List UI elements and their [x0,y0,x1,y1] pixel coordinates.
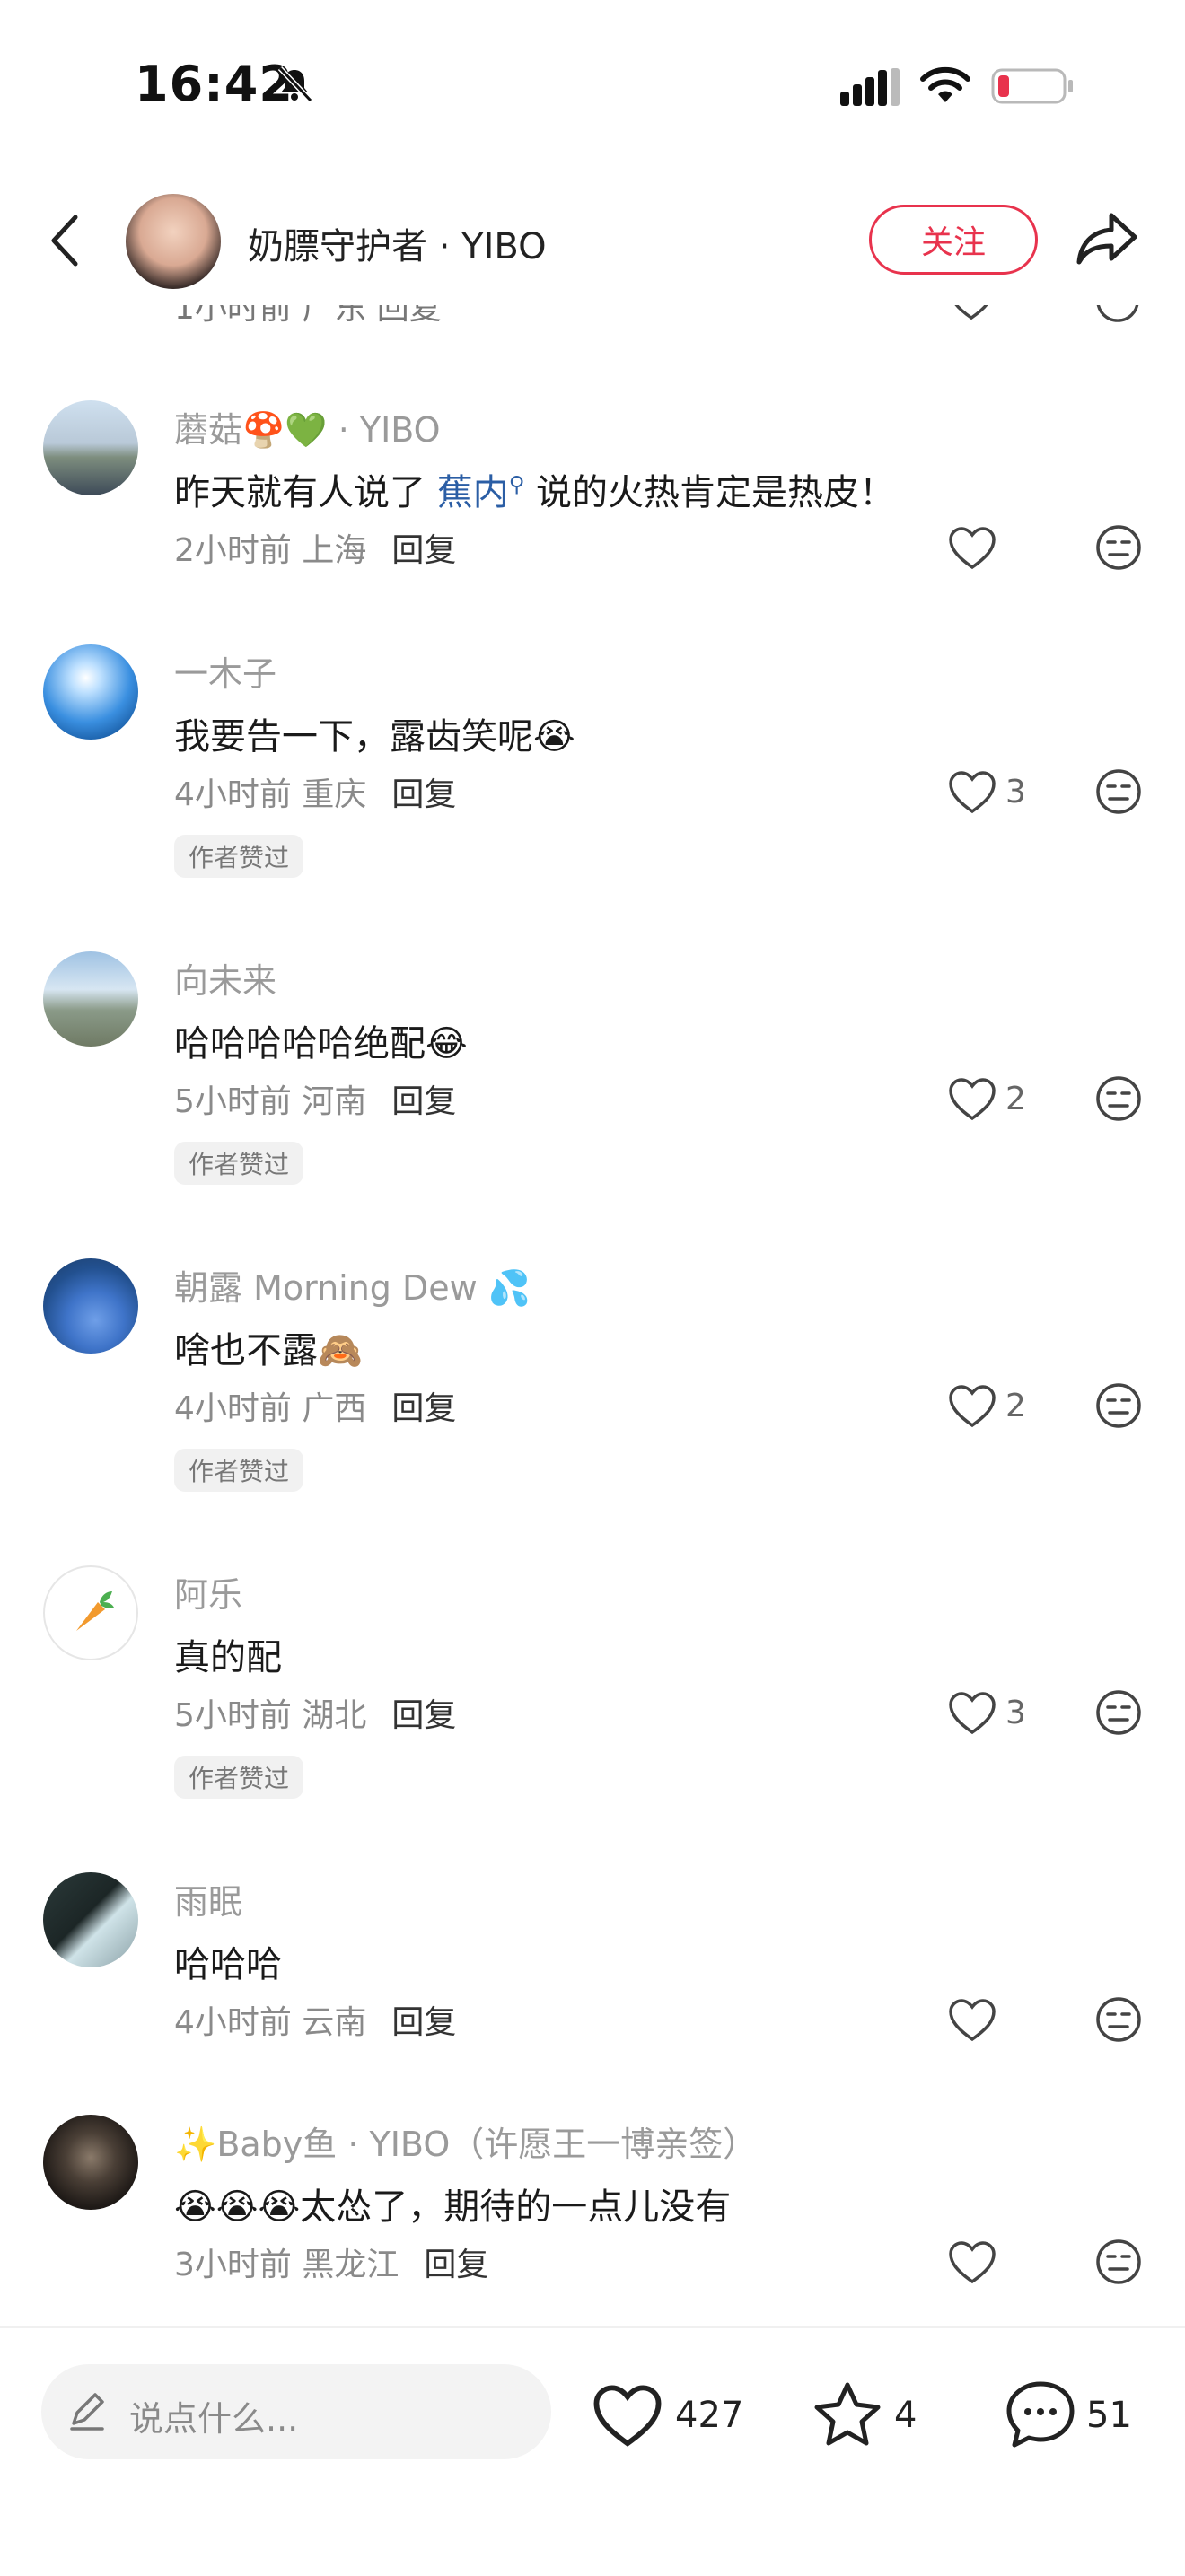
user-avatar[interactable] [43,400,138,495]
bottom-action-bar: 说点什么... 427 4 51 [0,2326,1185,2576]
star-count[interactable]: 4 [894,2395,917,2436]
author-liked-badge: 作者赞过 [174,1142,304,1185]
topic-link[interactable]: 蕉内 [437,472,509,513]
reply-link[interactable]: 回复 [391,1697,456,1734]
bell-muted-icon [277,66,313,103]
like-count: 3 [1005,774,1026,810]
heart-icon[interactable] [948,2240,996,2285]
comment-count[interactable]: 51 [1086,2395,1132,2436]
comment-meta: 5小时前 河南 回复 [174,1083,457,1120]
comment-text: 哈哈哈 [174,1944,282,1985]
user-avatar[interactable] [43,644,138,740]
author-liked-badge: 作者赞过 [174,1449,304,1492]
share-icon[interactable] [1074,210,1140,267]
wifi-icon [920,66,970,102]
author-liked-badge: 作者赞过 [174,835,304,878]
reply-link[interactable]: 回复 [391,532,456,569]
comment-meta: 4小时前 重庆 回复 [174,776,457,813]
heart-icon[interactable] [948,1077,996,1122]
comment-text: 真的配 [174,1637,282,1678]
comment-bubble-icon[interactable] [1004,2379,1077,2450]
reply-link[interactable]: 回复 [391,2004,456,2041]
dislike-face-icon[interactable] [1095,1075,1142,1122]
cellular-signal-icon [840,68,900,106]
reply-link[interactable]: 回复 [391,776,456,813]
comment-input[interactable]: 说点什么... [41,2364,551,2459]
reply-link[interactable]: 回复 [391,1390,456,1427]
heart-icon[interactable] [948,526,996,571]
author-avatar[interactable] [126,194,221,289]
follow-button[interactable]: 关注 [869,205,1038,275]
user-avatar[interactable] [43,1872,138,1967]
user-avatar[interactable] [43,1258,138,1354]
like-count[interactable]: 427 [675,2395,743,2436]
star-icon[interactable] [812,2380,883,2450]
clipped-comment-meta: 1小时前 广东 回复 [174,302,442,327]
comment-text: 😭😭😭太怂了，期待的一点儿没有 [174,2186,732,2228]
back-chevron-icon[interactable] [41,212,92,269]
comment-username[interactable]: 蘑菇🍄💚 · YIBO [174,402,441,451]
comment-meta: 4小时前 云南 回复 [174,2004,457,2041]
user-avatar[interactable] [43,2115,138,2210]
like-heart-icon[interactable] [592,2384,663,2449]
user-avatar[interactable] [43,1565,138,1660]
note-header: 奶膘守护者 · YIBO 关注 [0,171,1185,305]
comment-text: 哈哈哈哈哈绝配😂 [174,1023,468,1065]
reply-link[interactable]: 回复 [424,2247,488,2283]
comment-username[interactable]: 向未来 [174,953,276,1003]
heart-icon[interactable] [948,770,996,815]
comment-meta: 5小时前 湖北 回复 [174,1697,457,1734]
comment-meta: 2小时前 上海 回复 [174,532,457,569]
comment-username[interactable]: 阿乐 [174,1567,242,1617]
comment-username[interactable]: 一木子 [174,646,276,696]
status-time: 16:42 [135,56,294,112]
like-count: 2 [1005,1081,1026,1117]
comment-username[interactable]: ✨Baby鱼 · YIBO（许愿王一博亲签） [174,2116,757,2166]
like-count: 2 [1005,1388,1026,1424]
comment-username[interactable]: 雨眠 [174,1874,242,1923]
comment-meta: 4小时前 广西 回复 [174,1390,457,1427]
search-icon: ⚲ [508,471,525,497]
heart-icon[interactable] [948,1998,996,2043]
carrot-icon [76,1591,114,1631]
author-liked-badge: 作者赞过 [174,1756,304,1799]
battery-low-icon [991,68,1073,104]
clipped-comment-row: 1小时前 广东 回复 [0,302,1185,341]
dislike-face-icon[interactable] [1095,768,1142,815]
dislike-face-icon[interactable] [1095,1382,1142,1429]
heart-icon[interactable] [948,1384,996,1429]
comment-text: 啥也不露🙈 [174,1330,363,1371]
status-bar: 16:42 [0,0,1185,171]
comment-username[interactable]: 朝露 Morning Dew 💦 [174,1260,531,1310]
heart-icon[interactable] [948,1691,996,1736]
dislike-face-icon[interactable] [1095,524,1142,571]
dislike-face-icon[interactable] [1095,1996,1142,2043]
author-name[interactable]: 奶膘守护者 · YIBO [248,217,547,269]
comment-text: 我要告一下，露齿笑呢😭 [174,716,575,758]
reply-link[interactable]: 回复 [391,1083,456,1120]
comment-text: 昨天就有人说了 蕉内⚲ 说的火热肯定是热皮！ [174,471,896,513]
dislike-face-icon[interactable] [1095,2239,1142,2285]
pencil-icon [70,2393,104,2431]
dislike-face-icon[interactable] [1095,1689,1142,1736]
like-count: 3 [1005,1695,1026,1731]
user-avatar[interactable] [43,951,138,1047]
comment-meta: 3小时前 黑龙江 回复 [174,2247,489,2283]
comment-input-placeholder: 说点什么... [129,2399,299,2439]
